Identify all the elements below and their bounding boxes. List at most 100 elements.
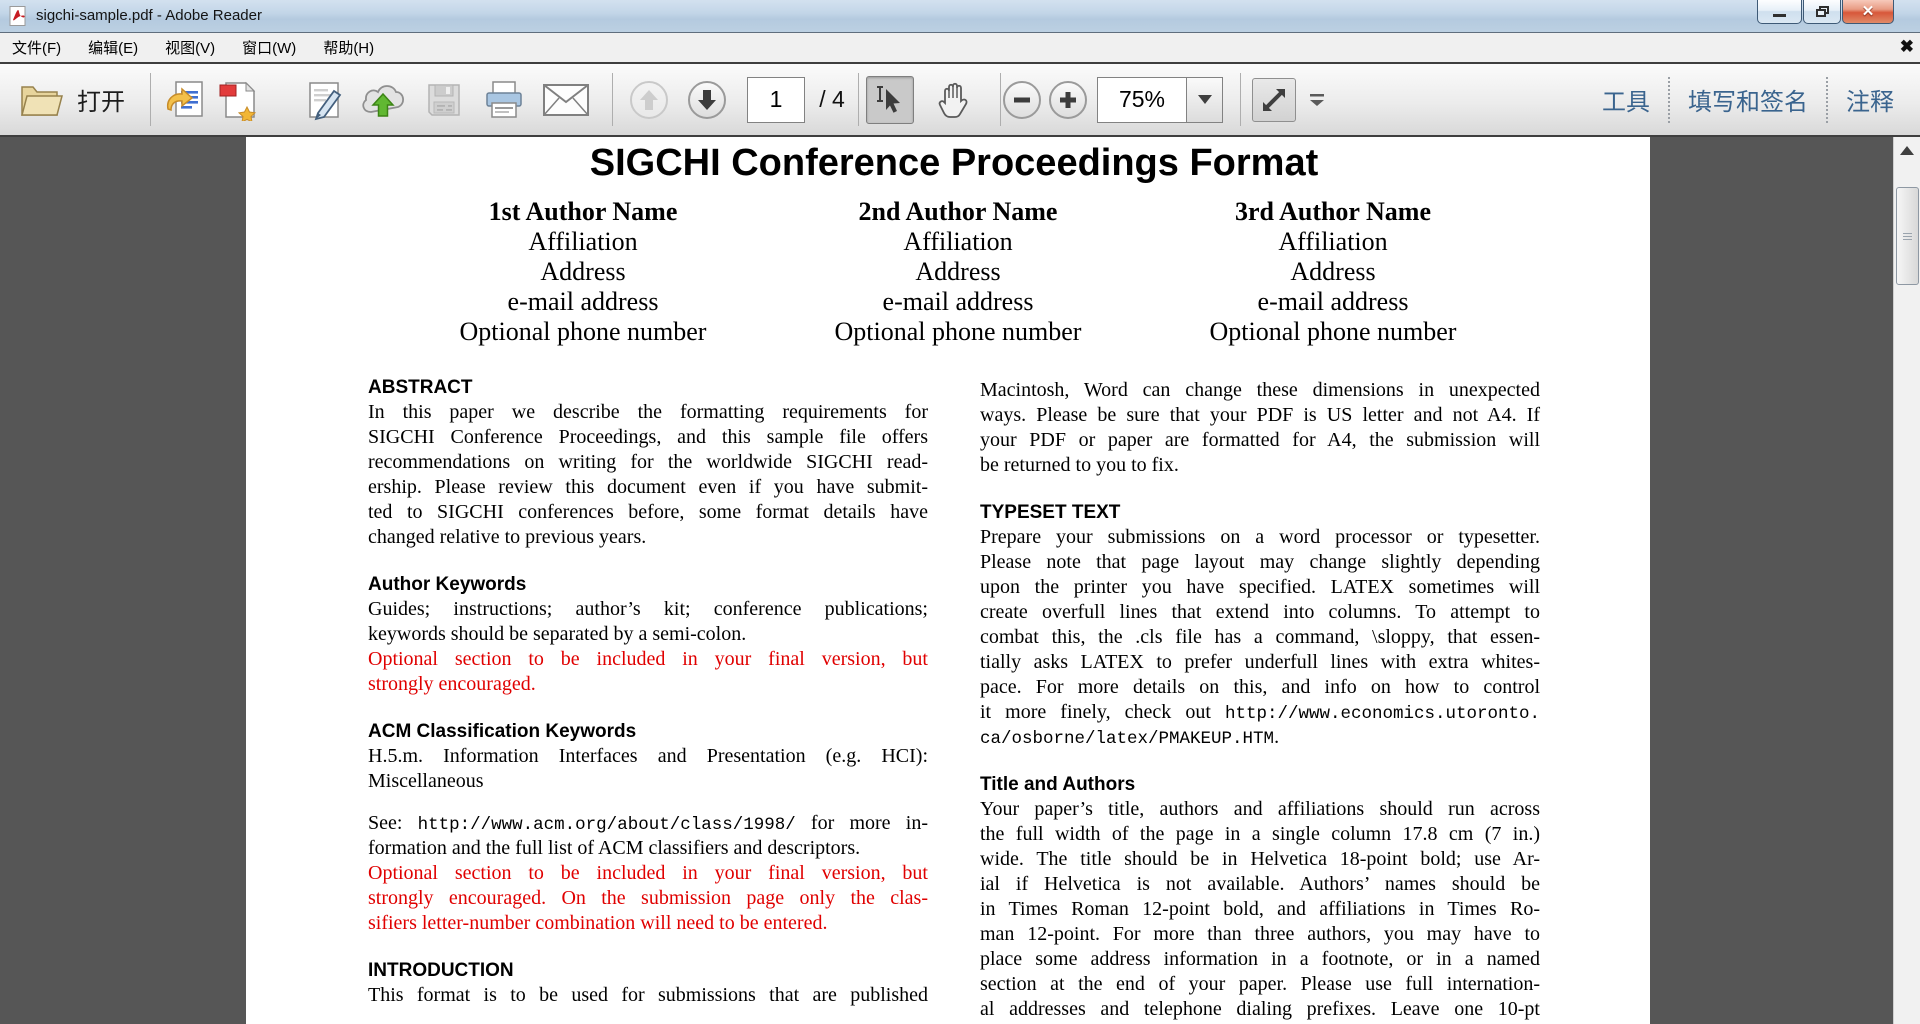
fit-width-icon — [1263, 88, 1285, 111]
save-button[interactable] — [422, 64, 466, 135]
window-title: sigchi-sample.pdf - Adobe Reader — [36, 7, 262, 24]
text-line: Macintosh, Word can change these dimensi… — [980, 379, 1540, 401]
text-line: Please note that page layout may change … — [980, 551, 1540, 573]
text-line: man 12-point. For more than three author… — [980, 923, 1540, 945]
scroll-up-button[interactable] — [1894, 137, 1920, 163]
text-line: place some address information in a foot… — [980, 948, 1540, 970]
cloud-upload-icon — [362, 84, 404, 117]
author-line: e-mail address — [1257, 287, 1409, 316]
paragraph: This format is to be used for submission… — [368, 983, 928, 1008]
text-line: your PDF or paper are formatted for A4, … — [980, 429, 1540, 451]
create-pdf-button[interactable] — [216, 64, 262, 135]
tab-2[interactable]: 注释 — [1828, 82, 1912, 117]
open-folder-icon — [21, 85, 63, 116]
section-heading: ABSTRACT — [368, 377, 473, 398]
hand-tool-icon — [938, 82, 968, 118]
zoom-in-icon — [1060, 91, 1076, 108]
export-pdf-button[interactable] — [162, 64, 208, 135]
open-button-label: 打开 — [77, 89, 125, 116]
print-button[interactable] — [482, 64, 526, 135]
zoom-dropdown-button[interactable] — [1187, 76, 1223, 123]
menu-item-2[interactable]: 视图(V) — [155, 34, 225, 61]
restore-button[interactable] — [1803, 0, 1841, 24]
open-button[interactable]: 打开 — [6, 64, 138, 135]
text-line: Guides; instructions; author’s kit; conf… — [368, 598, 928, 620]
fit-width-button[interactable] — [1252, 64, 1296, 135]
right-column: Macintosh, Word can change these dimensi… — [980, 378, 1540, 1022]
sign-button[interactable] — [302, 64, 348, 135]
text-line: ial if Helvetica is not available. Autho… — [980, 873, 1540, 895]
author-name: 2nd Author Name — [858, 197, 1058, 226]
tab-0[interactable]: 工具 — [1584, 82, 1668, 117]
text-line: upon the printer you have specified. LAT… — [980, 576, 1540, 598]
menu-bar: 文件(F) 编辑(E) 视图(V) 窗口(W) 帮助(H) ✖ — [0, 33, 1920, 62]
next-page-button[interactable] — [686, 64, 728, 135]
text-line: tially asks LATEX to prefer underfull li… — [980, 651, 1540, 673]
zoom-level-value: 75% — [1118, 86, 1166, 112]
author-line: Optional phone number — [1209, 317, 1457, 346]
text-line: it more finely, check out http://www.eco… — [980, 701, 1540, 724]
section-heading: TYPESET TEXT — [980, 502, 1121, 523]
zoom-level-combo[interactable]: 75% — [1096, 64, 1224, 135]
scrollbar-thumb[interactable] — [1896, 187, 1919, 285]
adobe-reader-window: sigchi-sample.pdf - Adobe Reader ✕ 文件(F)… — [0, 0, 1920, 1024]
close-button[interactable]: ✕ — [1842, 0, 1894, 24]
paragraph: In this paper we describe the formatting… — [368, 400, 928, 550]
title-bar[interactable]: sigchi-sample.pdf - Adobe Reader ✕ — [0, 0, 1920, 33]
paragraph: Optional section to be included in your … — [368, 861, 928, 936]
text-line: ways. Please be sure that your PDF is US… — [980, 404, 1540, 426]
hand-tool-button[interactable] — [930, 64, 978, 135]
menu-item-4[interactable]: 帮助(H) — [313, 34, 384, 61]
save-icon — [428, 83, 460, 116]
menu-item-1[interactable]: 编辑(E) — [78, 34, 148, 61]
create-pdf-icon — [219, 81, 257, 121]
text-line: Prepare your submissions on a word proce… — [980, 526, 1540, 548]
select-tool-button[interactable] — [866, 64, 914, 135]
paragraph: H.5.m. Information Interfaces and Presen… — [368, 744, 928, 794]
text-line: H.5.m. Information Interfaces and Presen… — [368, 745, 928, 767]
text-line: ted to SIGCHI conferences before, some f… — [368, 501, 928, 523]
paragraph: Prepare your submissions on a word proce… — [980, 525, 1540, 750]
text-line: formation and the full list of ACM class… — [368, 837, 861, 859]
menu-item-3[interactable]: 窗口(W) — [232, 34, 306, 61]
paragraph: Your paper’s title, authors and affiliat… — [980, 797, 1540, 1022]
close-document-icon[interactable]: ✖ — [1900, 36, 1914, 58]
paragraph: Macintosh, Word can change these dimensi… — [980, 378, 1540, 478]
zoom-in-button[interactable] — [1048, 64, 1088, 135]
text-line: section at the end of your paper. Please… — [980, 973, 1540, 995]
tab-1[interactable]: 填写和签名 — [1670, 82, 1826, 117]
section-heading: Author Keywords — [368, 574, 527, 595]
toolbar-more-button[interactable] — [1304, 64, 1330, 135]
page-number-value: 1 — [769, 86, 783, 112]
text-line: In this paper we describe the formatting… — [368, 401, 928, 423]
document-viewport[interactable]: SIGCHI Conference Proceedings Format 1st… — [0, 137, 1893, 1024]
text-line: ca/osborne/latex/PMAKEUP.HTM. — [980, 726, 1280, 749]
page-count: / 4 — [819, 86, 845, 112]
vertical-scrollbar[interactable] — [1893, 137, 1920, 1024]
cloud-upload-button[interactable] — [358, 64, 408, 135]
minimize-button[interactable] — [1757, 0, 1802, 24]
text-line: pace. For more details on this, and info… — [980, 676, 1540, 698]
restore-icon — [1815, 6, 1829, 17]
menu-item-0[interactable]: 文件(F) — [2, 34, 71, 61]
scroll-up-icon — [1900, 145, 1914, 155]
author-name: 3rd Author Name — [1235, 197, 1431, 226]
chevron-down-icon — [1197, 95, 1212, 104]
author-block-1: 1st Author Name Affiliation Address e-mail … — [363, 197, 803, 347]
email-button[interactable] — [540, 64, 592, 135]
author-block-3: 3rd Author Name Affiliation Address e-mail … — [1113, 197, 1553, 347]
author-line: Affiliation — [1278, 227, 1388, 256]
url-text: ca/osborne/latex/PMAKEUP.HTM — [980, 729, 1275, 749]
url-text: http://www.acm.org/about/class/1998/ — [417, 815, 796, 835]
sign-icon — [309, 81, 342, 120]
text-line: See: http://www.acm.org/about/class/1998… — [368, 812, 928, 835]
author-line: Affiliation — [903, 227, 1013, 256]
previous-page-button[interactable] — [628, 64, 670, 135]
text-line: be returned to you to fix. — [980, 454, 1179, 476]
pdf-page: SIGCHI Conference Proceedings Format 1st… — [246, 137, 1650, 1024]
zoom-out-button[interactable] — [1002, 64, 1042, 135]
page-number-field[interactable]: 1 — [746, 64, 806, 135]
left-column: ABSTRACT In this paper we describe the fo… — [368, 375, 928, 1008]
author-name: 1st Author Name — [488, 197, 678, 226]
export-pdf-icon — [166, 80, 203, 117]
